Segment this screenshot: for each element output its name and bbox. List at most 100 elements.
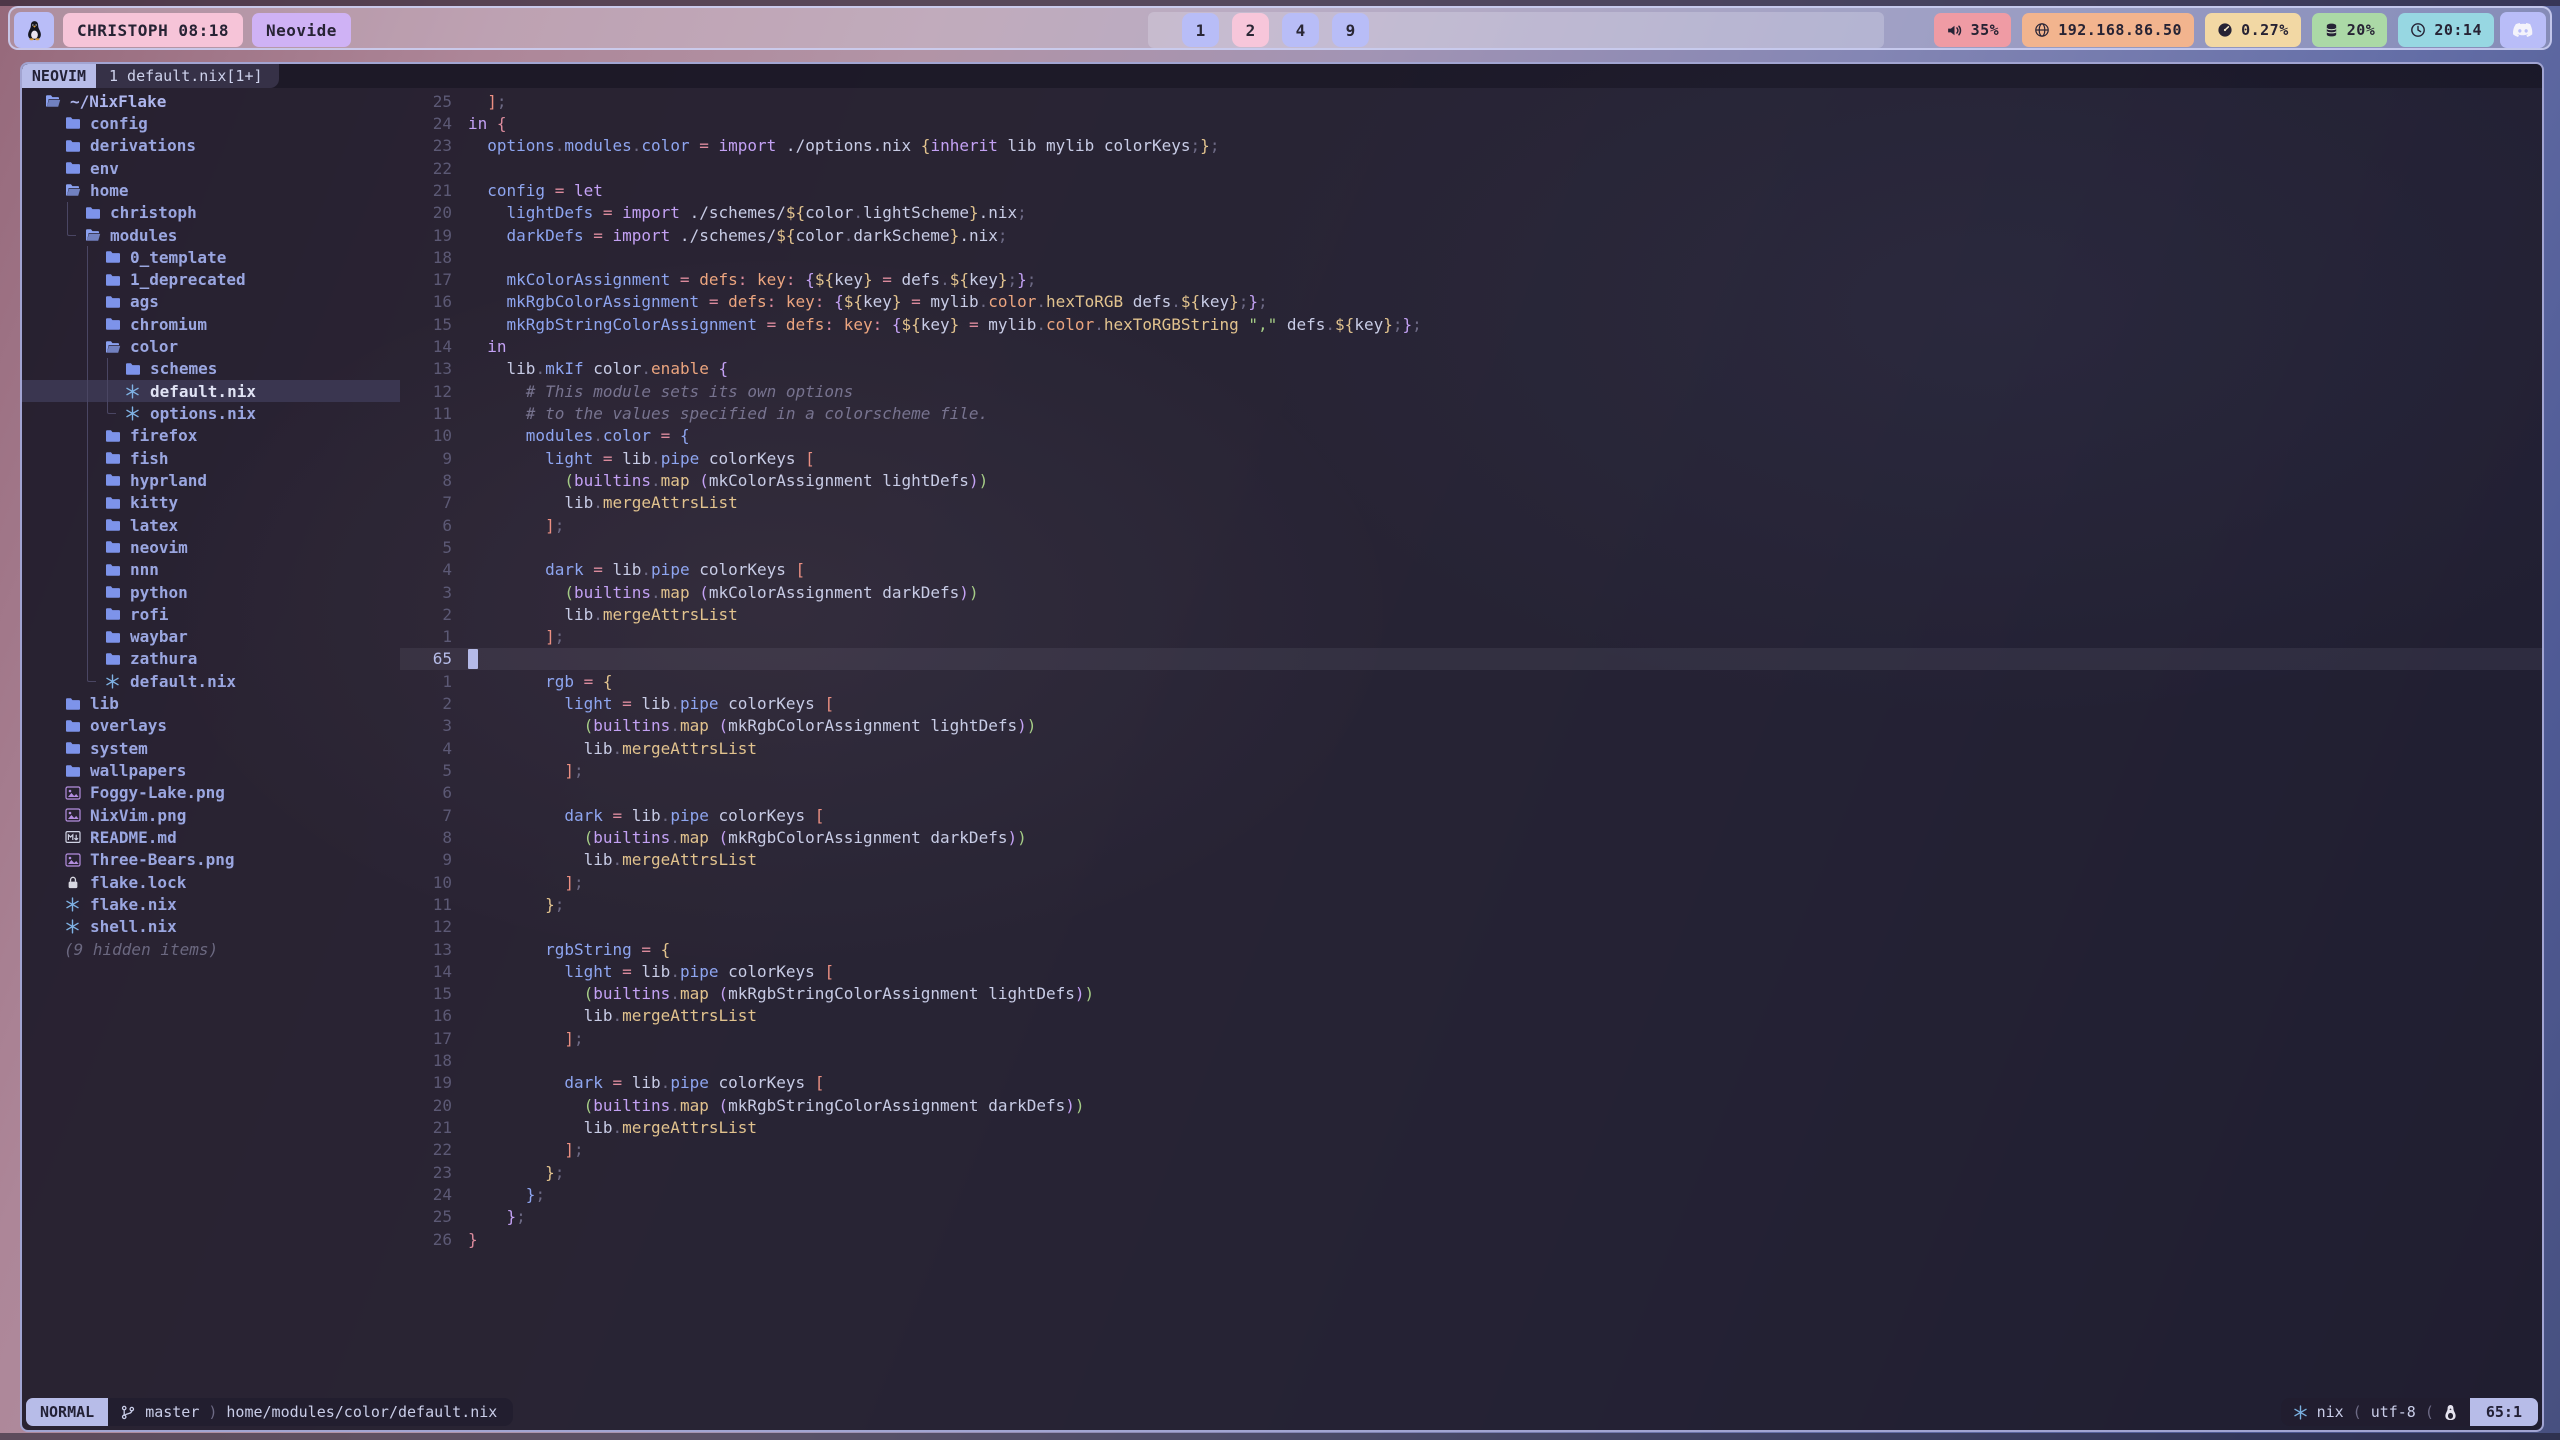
- tree-item-kitty[interactable]: kitty: [22, 492, 400, 514]
- tree-item-0-template[interactable]: 0_template: [22, 246, 400, 268]
- code-line[interactable]: 12: [400, 916, 2542, 938]
- code-line[interactable]: 15 mkRgbStringColorAssignment = defs: ke…: [400, 313, 2542, 335]
- tree-item-foggy-lake-png[interactable]: Foggy-Lake.png: [22, 782, 400, 804]
- tree-item-ags[interactable]: ags: [22, 291, 400, 313]
- code-line[interactable]: 7 lib.mergeAttrsList: [400, 492, 2542, 514]
- tree-item-overlays[interactable]: overlays: [22, 715, 400, 737]
- tree-item--nixflake[interactable]: ~/NixFlake: [22, 90, 400, 112]
- code-line[interactable]: 20 (builtins.map (mkRgbStringColorAssign…: [400, 1094, 2542, 1116]
- tree-item-rofi[interactable]: rofi: [22, 603, 400, 625]
- code-line[interactable]: 21 config = let: [400, 179, 2542, 201]
- tree-item-neovim[interactable]: neovim: [22, 536, 400, 558]
- code-line[interactable]: 3 (builtins.map (mkColorAssignment darkD…: [400, 581, 2542, 603]
- tree-item-python[interactable]: python: [22, 581, 400, 603]
- code-line[interactable]: 5 ];: [400, 759, 2542, 781]
- tree-item-firefox[interactable]: firefox: [22, 425, 400, 447]
- code-line[interactable]: 1 rgb = {: [400, 670, 2542, 692]
- code-line[interactable]: 10 modules.color = {: [400, 425, 2542, 447]
- tree-item-options-nix[interactable]: options.nix: [22, 402, 400, 424]
- os-menu-button[interactable]: [14, 12, 54, 48]
- tree-item-system[interactable]: system: [22, 737, 400, 759]
- tree-item-fish[interactable]: fish: [22, 447, 400, 469]
- code-line[interactable]: 17 ];: [400, 1027, 2542, 1049]
- code-line[interactable]: 25 ];: [400, 90, 2542, 112]
- tree-item-nnn[interactable]: nnn: [22, 559, 400, 581]
- tree-item-config[interactable]: config: [22, 112, 400, 134]
- tree-item-shell-nix[interactable]: shell.nix: [22, 916, 400, 938]
- tree-item-home[interactable]: home: [22, 179, 400, 201]
- code-line[interactable]: 2 light = lib.pipe colorKeys [: [400, 692, 2542, 714]
- workspace-button-9[interactable]: 9: [1332, 13, 1369, 47]
- tree-item-hyprland[interactable]: hyprland: [22, 469, 400, 491]
- code-line[interactable]: 14 light = lib.pipe colorKeys [: [400, 960, 2542, 982]
- tree-item-schemes[interactable]: schemes: [22, 358, 400, 380]
- code-line[interactable]: 13 rgbString = {: [400, 938, 2542, 960]
- code-line[interactable]: 18: [400, 246, 2542, 268]
- code-line[interactable]: 23 };: [400, 1161, 2542, 1183]
- code-line[interactable]: 24in {: [400, 112, 2542, 134]
- clock-stat-pill[interactable]: 20:14: [2398, 13, 2494, 47]
- code-line[interactable]: 25 };: [400, 1206, 2542, 1228]
- code-line[interactable]: 6: [400, 782, 2542, 804]
- code-line[interactable]: 6 ];: [400, 514, 2542, 536]
- cpu-stat-pill[interactable]: 0.27%: [2205, 13, 2301, 47]
- tree-item-1-deprecated[interactable]: 1_deprecated: [22, 269, 400, 291]
- code-line[interactable]: 10 ];: [400, 871, 2542, 893]
- code-line[interactable]: 16 mkRgbColorAssignment = defs: key: {${…: [400, 291, 2542, 313]
- code-line[interactable]: 9 lib.mergeAttrsList: [400, 849, 2542, 871]
- tree-item-nixvim-png[interactable]: NixVim.png: [22, 804, 400, 826]
- code-line[interactable]: 11 };: [400, 893, 2542, 915]
- tree-item-lib[interactable]: lib: [22, 692, 400, 714]
- code-line[interactable]: 7 dark = lib.pipe colorKeys [: [400, 804, 2542, 826]
- code-line[interactable]: 4 dark = lib.pipe colorKeys [: [400, 559, 2542, 581]
- code-line[interactable]: 1 ];: [400, 626, 2542, 648]
- code-line[interactable]: 2 lib.mergeAttrsList: [400, 603, 2542, 625]
- discord-tray-button[interactable]: [2500, 12, 2546, 48]
- tree-item-readme-md[interactable]: README.md: [22, 826, 400, 848]
- code-line[interactable]: 21 lib.mergeAttrsList: [400, 1116, 2542, 1138]
- code-line[interactable]: 19 dark = lib.pipe colorKeys [: [400, 1072, 2542, 1094]
- volume-stat-pill[interactable]: 35%: [1934, 13, 2012, 47]
- code-line[interactable]: 4 lib.mergeAttrsList: [400, 737, 2542, 759]
- tree-item-modules[interactable]: modules: [22, 224, 400, 246]
- code-line[interactable]: 18: [400, 1049, 2542, 1071]
- tree-item-chromium[interactable]: chromium: [22, 313, 400, 335]
- code-line[interactable]: 5: [400, 536, 2542, 558]
- code-line[interactable]: 15 (builtins.map (mkRgbStringColorAssign…: [400, 983, 2542, 1005]
- code-line[interactable]: 8 (builtins.map (mkColorAssignment light…: [400, 469, 2542, 491]
- code-line-current[interactable]: 65: [400, 648, 2542, 670]
- tree-item-env[interactable]: env: [22, 157, 400, 179]
- code-line[interactable]: 3 (builtins.map (mkRgbColorAssignment li…: [400, 715, 2542, 737]
- tree-item-derivations[interactable]: derivations: [22, 135, 400, 157]
- tree-item-christoph[interactable]: christoph: [22, 202, 400, 224]
- code-line[interactable]: 12 # This module sets its own options: [400, 380, 2542, 402]
- tree-item-flake-lock[interactable]: flake.lock: [22, 871, 400, 893]
- tree-item-zathura[interactable]: zathura: [22, 648, 400, 670]
- tab-default-nix[interactable]: 1 default.nix[1+]: [96, 64, 279, 88]
- code-line[interactable]: 26}: [400, 1228, 2542, 1250]
- code-line[interactable]: 16 lib.mergeAttrsList: [400, 1005, 2542, 1027]
- tree-item-default-nix[interactable]: default.nix: [22, 670, 400, 692]
- workspace-button-2[interactable]: 2: [1232, 13, 1269, 47]
- code-line[interactable]: 20 lightDefs = import ./schemes/${color.…: [400, 202, 2542, 224]
- network-stat-pill[interactable]: 192.168.86.50: [2022, 13, 2194, 47]
- tree-item-wallpapers[interactable]: wallpapers: [22, 759, 400, 781]
- code-line[interactable]: 8 (builtins.map (mkRgbColorAssignment da…: [400, 826, 2542, 848]
- workspace-button-4[interactable]: 4: [1282, 13, 1319, 47]
- code-line[interactable]: 14 in: [400, 335, 2542, 357]
- tree-item-three-bears-png[interactable]: Three-Bears.png: [22, 849, 400, 871]
- memory-stat-pill[interactable]: 20%: [2312, 13, 2388, 47]
- code-line[interactable]: 23 options.modules.color = import ./opti…: [400, 135, 2542, 157]
- tree-item-default-nix[interactable]: default.nix: [22, 380, 400, 402]
- workspace-button-1[interactable]: 1: [1182, 13, 1219, 47]
- code-line[interactable]: 11 # to the values specified in a colors…: [400, 402, 2542, 424]
- code-editor[interactable]: 25 ];24in {23 options.modules.color = im…: [400, 88, 2542, 1394]
- code-line[interactable]: 13 lib.mkIf color.enable {: [400, 358, 2542, 380]
- tree-item-flake-nix[interactable]: flake.nix: [22, 893, 400, 915]
- code-line[interactable]: 22: [400, 157, 2542, 179]
- code-line[interactable]: 17 mkColorAssignment = defs: key: {${key…: [400, 269, 2542, 291]
- code-line[interactable]: 9 light = lib.pipe colorKeys [: [400, 447, 2542, 469]
- code-line[interactable]: 19 darkDefs = import ./schemes/${color.d…: [400, 224, 2542, 246]
- tree-item-latex[interactable]: latex: [22, 514, 400, 536]
- code-line[interactable]: 24 };: [400, 1183, 2542, 1205]
